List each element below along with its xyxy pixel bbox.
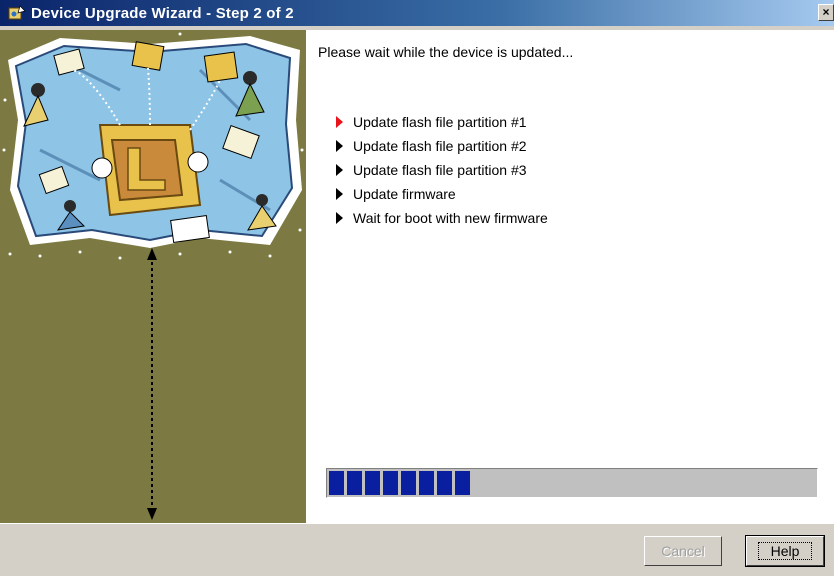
wizard-content: Please wait while the device is updated.… (306, 30, 834, 523)
step-arrow-icon (336, 140, 343, 152)
step-arrow-icon (336, 212, 343, 224)
wizard-illustration (2, 32, 304, 520)
current-step-arrow-icon (336, 116, 343, 128)
step-item: Update flash file partition #3 (336, 158, 548, 182)
step-label: Update flash file partition #2 (353, 138, 527, 154)
step-label: Update flash file partition #1 (353, 114, 527, 130)
status-heading: Please wait while the device is updated.… (318, 44, 574, 60)
help-button-label: Help (757, 542, 813, 560)
progress-segment (401, 471, 416, 495)
progress-segment (455, 471, 470, 495)
help-button[interactable]: Help (745, 535, 825, 567)
window-title: Device Upgrade Wizard - Step 2 of 2 (31, 4, 294, 22)
progress-fill (329, 471, 470, 495)
step-label: Update flash file partition #3 (353, 162, 527, 178)
wizard-sidebar (0, 30, 306, 523)
progress-segment (347, 471, 362, 495)
button-bar: Cancel Help (0, 523, 834, 576)
progress-segment (437, 471, 452, 495)
progress-bar (326, 468, 818, 498)
step-item: Wait for boot with new firmware (336, 206, 548, 230)
step-label: Wait for boot with new firmware (353, 210, 548, 226)
step-item: Update firmware (336, 182, 548, 206)
step-label: Update firmware (353, 186, 456, 202)
step-list: Update flash file partition #1 Update fl… (336, 110, 548, 230)
wizard-icon (8, 5, 26, 20)
progress-segment (383, 471, 398, 495)
progress-segment (419, 471, 434, 495)
close-button[interactable]: × (818, 4, 834, 21)
cancel-button[interactable]: Cancel (644, 536, 722, 566)
progress-segment (365, 471, 380, 495)
progress-segment (329, 471, 344, 495)
step-arrow-icon (336, 164, 343, 176)
title-bar: Device Upgrade Wizard - Step 2 of 2 × (0, 0, 834, 26)
step-item: Update flash file partition #2 (336, 134, 548, 158)
step-item: Update flash file partition #1 (336, 110, 548, 134)
step-arrow-icon (336, 188, 343, 200)
